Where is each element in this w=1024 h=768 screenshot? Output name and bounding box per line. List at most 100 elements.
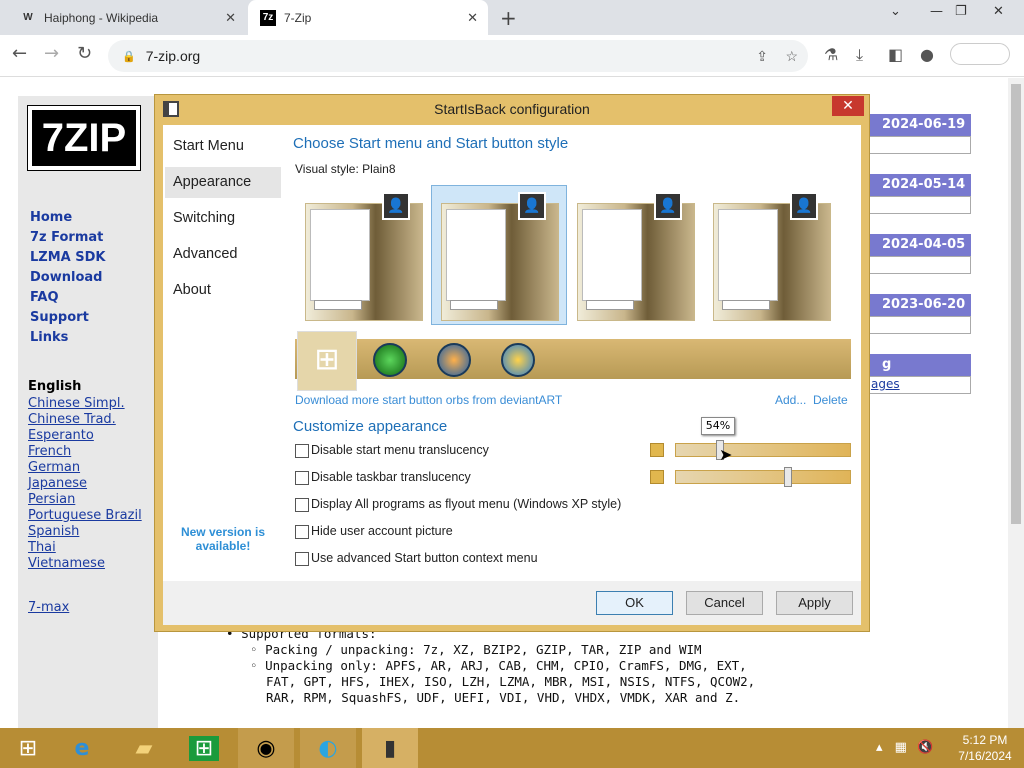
start-button-icon[interactable]: ⊞ bbox=[0, 728, 56, 768]
list-item: ◦ Unpacking only: APFS, AR, ARJ, CAB, CH… bbox=[250, 658, 747, 673]
scrollbar-thumb[interactable] bbox=[1011, 84, 1021, 524]
option-label: Hide user account picture bbox=[311, 524, 453, 538]
new-version-link[interactable]: New version is available! bbox=[179, 525, 267, 553]
news-partial-link[interactable]: ages bbox=[868, 376, 971, 394]
minimize-icon[interactable]: — bbox=[930, 4, 943, 19]
lang-link[interactable]: Chinese Simpl. bbox=[28, 396, 125, 411]
tab-wikipedia[interactable]: W Haiphong - Wikipedia ✕ bbox=[8, 0, 246, 35]
dialog-nav-about[interactable]: About bbox=[165, 275, 281, 306]
7max-link[interactable]: 7-max bbox=[28, 600, 69, 615]
slider-value-tooltip: 54% bbox=[701, 417, 735, 435]
nav-support[interactable]: Support bbox=[30, 310, 89, 325]
tab-title: 7-Zip bbox=[284, 10, 312, 25]
bookmark-star-icon[interactable]: ☆ bbox=[785, 48, 798, 65]
ok-button[interactable]: OK bbox=[596, 591, 673, 615]
lang-link[interactable]: Persian bbox=[28, 492, 75, 507]
store-icon[interactable]: ⊞ bbox=[176, 728, 232, 768]
startisback-dialog: StartIsBack configuration ✕ Start Menu A… bbox=[154, 94, 870, 632]
new-tab-icon[interactable]: + bbox=[500, 6, 517, 30]
news-item: 2024-04-05 bbox=[868, 234, 971, 274]
cancel-button[interactable]: Cancel bbox=[686, 591, 763, 615]
menu-color-swatch[interactable] bbox=[650, 443, 664, 457]
nav-7z-format[interactable]: 7z Format bbox=[30, 230, 103, 245]
dialog-close-button[interactable]: ✕ bbox=[832, 96, 864, 116]
download-manager-icon[interactable]: ◐ bbox=[300, 728, 356, 768]
reload-icon[interactable]: ↻ bbox=[77, 43, 92, 64]
menu-opacity-slider[interactable] bbox=[675, 440, 851, 460]
chrome-icon[interactable]: ◉ bbox=[238, 728, 294, 768]
windows8-orb-icon[interactable]: ⊞ bbox=[297, 331, 357, 391]
nav-home[interactable]: Home bbox=[30, 210, 72, 225]
close-window-icon[interactable]: ✕ bbox=[993, 4, 1004, 19]
windows-taskbar: ⊞ e ▰ ⊞ ◉ ◐ ▮ ▴ ▦ 🔇 5:12 PM 7/16/2024 bbox=[0, 728, 1024, 768]
dialog-nav-switching[interactable]: Switching bbox=[165, 203, 281, 234]
news-item: 2023-06-20 bbox=[868, 294, 971, 334]
restore-icon[interactable]: ❐ bbox=[955, 4, 967, 19]
section-title-style: Choose Start menu and Start button style bbox=[293, 135, 569, 152]
slider-thumb[interactable] bbox=[784, 467, 792, 487]
news-item: 2024-05-14 bbox=[868, 174, 971, 214]
wikipedia-favicon-icon: W bbox=[23, 12, 33, 23]
page-scrollbar[interactable] bbox=[1008, 78, 1024, 728]
dialog-nav-appearance[interactable]: Appearance bbox=[165, 167, 281, 198]
share-icon[interactable]: ⇪ bbox=[756, 48, 768, 65]
back-icon[interactable]: ← bbox=[12, 43, 27, 64]
option-label: Use advanced Start button context menu bbox=[311, 551, 538, 565]
style-thumbnail-selected[interactable]: 👤 bbox=[441, 192, 559, 321]
style-thumbnail[interactable]: 👤 bbox=[305, 192, 423, 321]
tab-7zip[interactable]: 7z 7-Zip ✕ bbox=[248, 0, 488, 35]
delete-orb-link[interactable]: Delete bbox=[813, 393, 848, 407]
system-tray: ▴ ▦ 🔇 bbox=[876, 740, 933, 755]
profile-chip[interactable] bbox=[950, 43, 1010, 65]
forward-icon[interactable]: → bbox=[44, 43, 59, 64]
green-clover-orb-icon[interactable] bbox=[373, 343, 407, 377]
checkbox-advanced-context-menu[interactable] bbox=[295, 552, 309, 566]
nav-faq[interactable]: FAQ bbox=[30, 290, 59, 305]
extension-icon[interactable]: ⚗ bbox=[824, 45, 838, 64]
taskbar-clock[interactable]: 5:12 PM 7/16/2024 bbox=[950, 732, 1020, 764]
lang-link[interactable]: Portuguese Brazil bbox=[28, 508, 142, 523]
lang-link[interactable]: Spanish bbox=[28, 524, 79, 539]
nav-links[interactable]: Links bbox=[30, 330, 68, 345]
volume-muted-icon[interactable]: 🔇 bbox=[917, 740, 933, 755]
close-tab-icon[interactable]: ✕ bbox=[225, 10, 236, 26]
lang-link[interactable]: Thai bbox=[28, 540, 56, 555]
lang-link[interactable]: Vietnamese bbox=[28, 556, 105, 571]
download-orbs-link[interactable]: Download more start button orbs from dev… bbox=[295, 393, 562, 407]
checkbox-hide-user-picture[interactable] bbox=[295, 525, 309, 539]
windows7-orb-icon[interactable] bbox=[437, 343, 471, 377]
checkbox-flyout-menu[interactable] bbox=[295, 498, 309, 512]
address-bar[interactable]: 🔒 7-zip.org ⇪ ☆ bbox=[108, 40, 808, 72]
dialog-nav-start-menu[interactable]: Start Menu bbox=[165, 131, 281, 162]
apply-button[interactable]: Apply bbox=[776, 591, 853, 615]
lang-link[interactable]: Esperanto bbox=[28, 428, 94, 443]
download-icon[interactable]: ⤓ bbox=[856, 45, 863, 65]
nav-download[interactable]: Download bbox=[30, 270, 102, 285]
startisback-config-icon[interactable]: ▮ bbox=[362, 728, 418, 768]
lang-link[interactable]: Chinese Trad. bbox=[28, 412, 116, 427]
nav-lzma-sdk[interactable]: LZMA SDK bbox=[30, 250, 105, 265]
checkbox-disable-taskbar-translucency[interactable] bbox=[295, 471, 309, 485]
style-thumbnail[interactable]: 👤 bbox=[713, 192, 831, 321]
profile-avatar-icon[interactable]: ● bbox=[920, 45, 934, 64]
internet-explorer-icon[interactable]: e bbox=[54, 728, 110, 768]
tab-search-icon[interactable]: ⌄ bbox=[890, 4, 901, 19]
close-tab-icon[interactable]: ✕ bbox=[467, 10, 478, 26]
dialog-nav-advanced[interactable]: Advanced bbox=[165, 239, 281, 270]
add-orb-link[interactable]: Add... bbox=[775, 393, 806, 407]
checkbox-disable-menu-translucency[interactable] bbox=[295, 444, 309, 458]
news-date: 2024-04-05 bbox=[868, 234, 971, 256]
file-explorer-icon[interactable]: ▰ bbox=[116, 728, 172, 768]
lang-link[interactable]: French bbox=[28, 444, 71, 459]
7zip-logo[interactable]: 7ZIP bbox=[27, 105, 141, 171]
lang-link[interactable]: German bbox=[28, 460, 80, 475]
url-text: 7-zip.org bbox=[145, 48, 201, 64]
network-icon[interactable]: ▦ bbox=[895, 740, 907, 755]
style-thumbnail[interactable]: 👤 bbox=[577, 192, 695, 321]
taskbar-opacity-slider[interactable] bbox=[675, 467, 851, 487]
windows-vista-orb-icon[interactable] bbox=[501, 343, 535, 377]
tray-overflow-icon[interactable]: ▴ bbox=[876, 740, 883, 755]
side-panel-icon[interactable]: ◧ bbox=[888, 45, 903, 64]
taskbar-color-swatch[interactable] bbox=[650, 470, 664, 484]
lang-link[interactable]: Japanese bbox=[28, 476, 87, 491]
